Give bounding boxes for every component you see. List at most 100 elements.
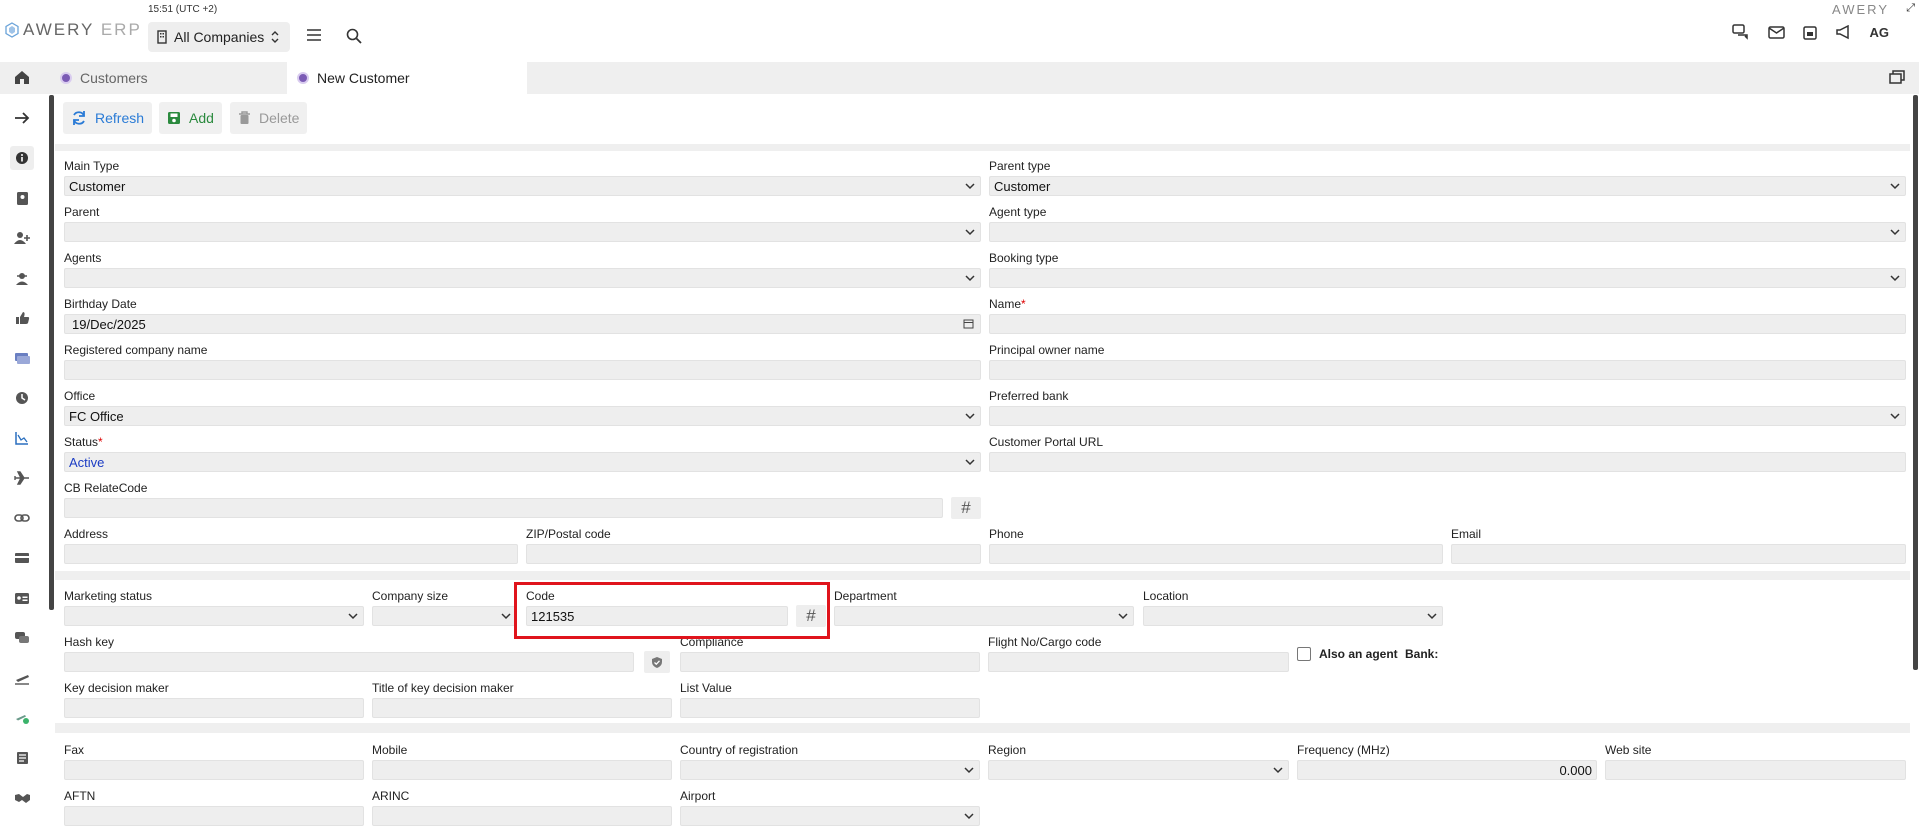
generate-cb-code-button[interactable]: # xyxy=(951,497,981,519)
mail-icon[interactable] xyxy=(1767,25,1785,39)
search-icon[interactable] xyxy=(346,28,362,44)
support-chat-icon[interactable] xyxy=(10,626,34,650)
department-select[interactable] xyxy=(834,606,1134,626)
new-customer-tab-icon xyxy=(297,72,309,84)
aftn-input[interactable] xyxy=(64,806,364,826)
chevron-down-icon xyxy=(348,613,358,620)
company-size-select[interactable] xyxy=(372,606,517,626)
status-label: Status* xyxy=(64,435,103,449)
add-button[interactable]: Add xyxy=(159,102,222,134)
country-select[interactable] xyxy=(680,760,980,780)
zip-label: ZIP/Postal code xyxy=(526,527,611,541)
title-key-input[interactable] xyxy=(372,698,672,718)
marketing-status-field: Marketing status xyxy=(64,588,364,626)
parent-type-select[interactable]: Customer xyxy=(989,176,1906,196)
menu-icon[interactable] xyxy=(306,28,322,42)
megaphone-icon[interactable] xyxy=(1835,24,1852,40)
address-input[interactable] xyxy=(64,544,518,564)
chevron-down-icon xyxy=(1890,183,1900,190)
hash-key-input[interactable] xyxy=(64,652,634,672)
document-icon[interactable] xyxy=(10,746,34,770)
airport-select[interactable] xyxy=(680,806,980,826)
booking-type-select[interactable] xyxy=(989,268,1906,288)
compliance-field: Compliance xyxy=(680,634,980,672)
flight-no-input[interactable] xyxy=(988,652,1289,672)
sidebar-scrollbar[interactable] xyxy=(49,95,54,610)
phone-input[interactable] xyxy=(989,544,1443,564)
region-select[interactable] xyxy=(988,760,1289,780)
agent-type-select[interactable] xyxy=(989,222,1906,242)
name-input[interactable] xyxy=(989,314,1906,334)
status-select[interactable]: Active xyxy=(64,452,981,472)
credit-card-icon[interactable] xyxy=(10,546,34,570)
parent-select[interactable] xyxy=(64,222,981,242)
birthday-input[interactable]: 19/Dec/2025 xyxy=(64,314,981,334)
frequency-input[interactable]: 0.000 xyxy=(1297,760,1597,780)
arinc-input[interactable] xyxy=(372,806,672,826)
agents-select[interactable] xyxy=(64,268,981,288)
id-card-icon[interactable] xyxy=(10,586,34,610)
handshake-icon[interactable] xyxy=(10,786,34,810)
company-size-label: Company size xyxy=(372,589,449,603)
shield-button[interactable] xyxy=(644,651,670,673)
aftn-label: AFTN xyxy=(64,789,96,803)
registered-company-input[interactable] xyxy=(64,360,981,380)
website-label: Web site xyxy=(1605,743,1652,757)
expand-icon[interactable]: ⤢ xyxy=(1906,2,1915,15)
tab-new-customer[interactable]: New Customer xyxy=(287,62,527,94)
contact-card-icon[interactable] xyxy=(10,186,34,210)
name-field: Name* xyxy=(989,296,1906,334)
principal-owner-input[interactable] xyxy=(989,360,1906,380)
office-select[interactable]: FC Office xyxy=(64,406,981,426)
airport-field: Airport xyxy=(680,788,980,826)
plane-icon[interactable] xyxy=(10,466,34,490)
key-decision-input[interactable] xyxy=(64,698,364,718)
website-input[interactable] xyxy=(1605,760,1906,780)
save-icon xyxy=(168,112,180,124)
key-decision-label: Key decision maker xyxy=(64,681,169,695)
tab-customers[interactable]: Customers xyxy=(50,62,282,94)
key-decision-field: Key decision maker xyxy=(64,680,364,718)
also-agent-checkbox[interactable] xyxy=(1297,647,1311,661)
compliance-input[interactable] xyxy=(680,652,980,672)
main-type-select[interactable]: Customer xyxy=(64,176,981,196)
refresh-button[interactable]: Refresh xyxy=(63,102,153,134)
windows-icon[interactable] xyxy=(1889,70,1905,84)
marketing-status-select[interactable] xyxy=(64,606,364,626)
arinc-field: ARINC xyxy=(372,788,672,826)
frequency-field: Frequency (MHz) 0.000 xyxy=(1297,742,1597,780)
clock-icon[interactable] xyxy=(10,386,34,410)
chart-icon[interactable] xyxy=(10,426,34,450)
chevron-down-icon xyxy=(1890,275,1900,282)
add-user-icon[interactable] xyxy=(10,226,34,250)
cb-relate-input[interactable] xyxy=(64,498,943,518)
avatar[interactable]: AG xyxy=(1870,25,1890,40)
portal-url-input[interactable] xyxy=(989,452,1906,472)
calendar-icon[interactable] xyxy=(963,318,974,329)
toolbar: Refresh Add Delete xyxy=(55,94,1910,144)
app-logo[interactable]: AWERY ERP xyxy=(4,20,142,40)
list-value-input[interactable] xyxy=(680,698,980,718)
agent-icon[interactable] xyxy=(10,266,34,290)
plane-check-icon[interactable] xyxy=(10,706,34,730)
location-select[interactable] xyxy=(1143,606,1443,626)
chat-icon[interactable] xyxy=(1731,24,1750,40)
mobile-input[interactable] xyxy=(372,760,672,780)
thumbs-up-icon[interactable] xyxy=(10,306,34,330)
email-input[interactable] xyxy=(1451,544,1906,564)
home-icon[interactable] xyxy=(14,70,30,85)
calendar-icon[interactable] xyxy=(1802,25,1817,40)
company-selector[interactable]: All Companies xyxy=(148,22,290,52)
link-icon[interactable] xyxy=(10,506,34,530)
collapse-arrow-icon[interactable] xyxy=(10,106,34,130)
preferred-bank-select[interactable] xyxy=(989,406,1906,426)
plane-departure-icon[interactable] xyxy=(10,666,34,690)
info-icon[interactable] xyxy=(10,146,34,170)
delete-button[interactable]: Delete xyxy=(230,102,308,134)
cards-icon[interactable] xyxy=(10,346,34,370)
fax-input[interactable] xyxy=(64,760,364,780)
parent-type-field: Parent type Customer xyxy=(989,158,1906,196)
zip-input[interactable] xyxy=(526,544,981,564)
top-bar: AWERY ERP 15:51 (UTC +2) All Companies A… xyxy=(0,0,1919,62)
main-scrollbar[interactable] xyxy=(1913,95,1918,670)
